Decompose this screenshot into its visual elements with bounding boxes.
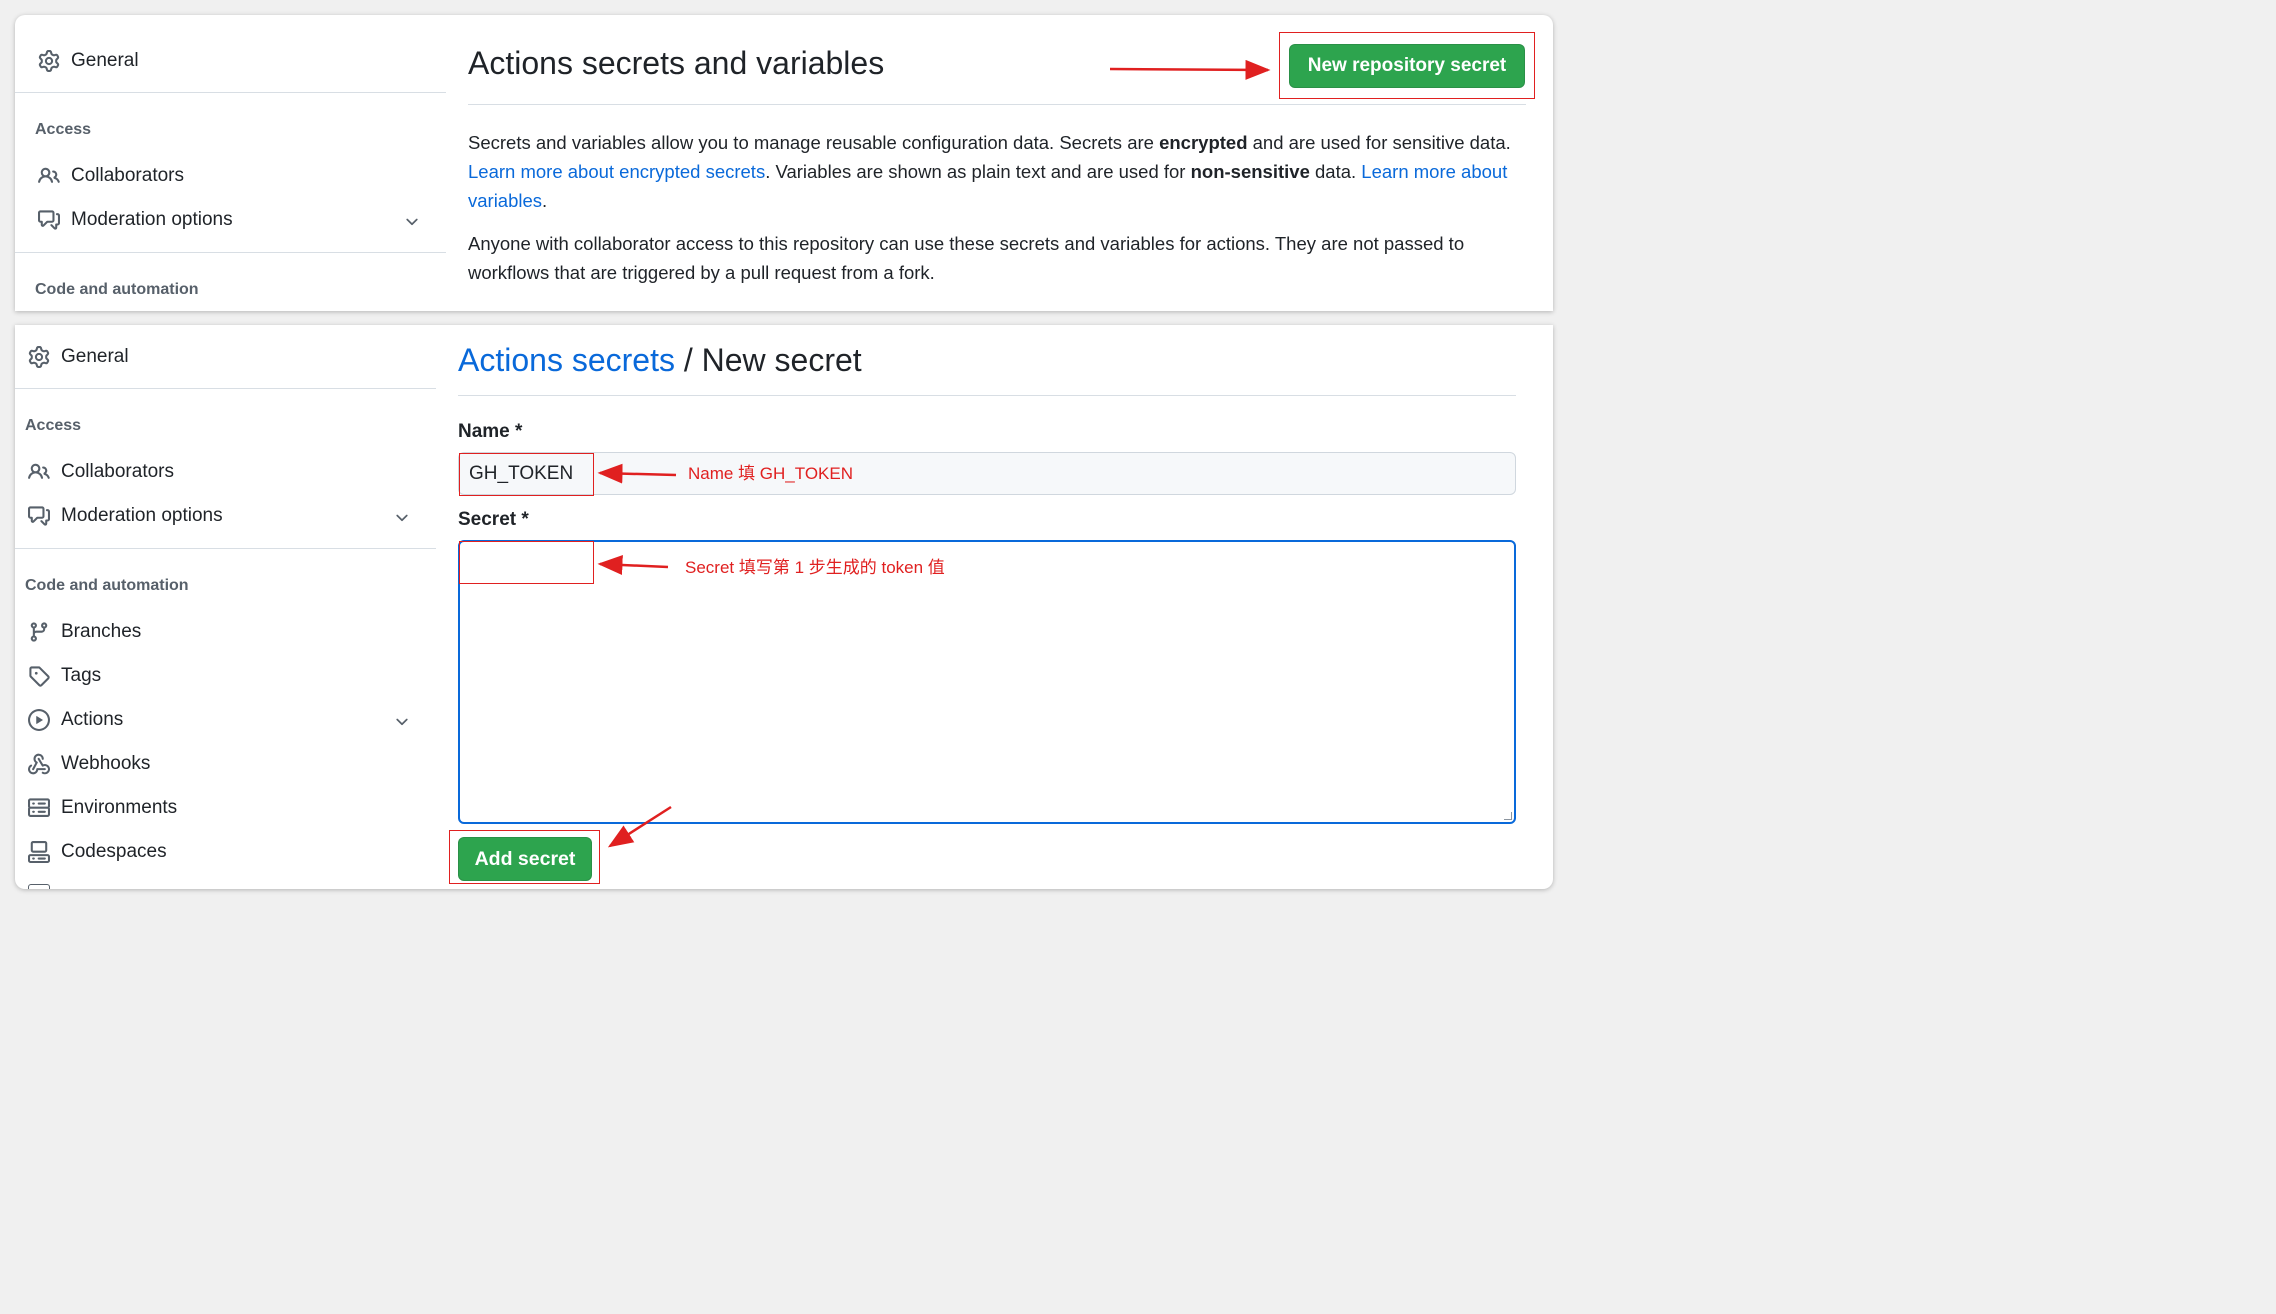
- resize-handle[interactable]: [1504, 812, 1512, 820]
- sidebar-item-actions[interactable]: Actions: [61, 709, 123, 731]
- breadcrumb-link-actions-secrets[interactable]: Actions secrets: [458, 342, 675, 378]
- sidebar-divider: [15, 92, 446, 93]
- sidebar-item-collaborators[interactable]: Collaborators: [71, 165, 184, 187]
- sidebar-item-webhooks[interactable]: Webhooks: [61, 753, 150, 775]
- sidebar-divider: [15, 548, 436, 549]
- sidebar-item-general[interactable]: General: [71, 50, 139, 72]
- secret-textarea[interactable]: [458, 540, 1516, 824]
- sidebar-heading-code-and-automation: Code and automation: [35, 281, 199, 298]
- chevron-down-icon[interactable]: [393, 713, 411, 731]
- breadcrumb: Actions secrets / New secret: [458, 342, 862, 379]
- comment-discussion-icon: [38, 209, 60, 231]
- sidebar-heading-access: Access: [25, 417, 82, 434]
- server-icon: [28, 797, 50, 819]
- codespaces-icon: [28, 841, 50, 863]
- annotation-name-note: Name 填 GH_TOKEN: [688, 464, 854, 483]
- webhook-icon: [28, 753, 50, 775]
- sidebar-item-general[interactable]: General: [61, 346, 129, 368]
- cut-off-sidebar-icon: [28, 884, 50, 889]
- secret-label: Secret *: [458, 509, 529, 530]
- annotation-box-secret-input: [459, 541, 594, 584]
- sidebar-item-branches[interactable]: Branches: [61, 621, 141, 643]
- annotation-box-add-secret-button: [449, 830, 600, 884]
- people-icon: [28, 461, 50, 483]
- gear-icon: [28, 346, 50, 368]
- gear-icon: [38, 50, 60, 72]
- sidebar-divider: [15, 252, 446, 253]
- annotation-secret-note: Secret 填写第 1 步生成的 token 值: [685, 558, 945, 577]
- chevron-down-icon[interactable]: [403, 213, 421, 231]
- name-input[interactable]: [458, 452, 1516, 495]
- description-paragraph: Secrets and variables allow you to manag…: [468, 132, 1511, 211]
- learn-more-encrypted-secrets-link[interactable]: Learn more about encrypted secrets: [468, 161, 765, 182]
- collaborator-access-note: Anyone with collaborator access to this …: [468, 233, 1465, 283]
- sidebar-heading-code-and-automation: Code and automation: [25, 577, 189, 594]
- breadcrumb-current: New secret: [701, 342, 862, 378]
- sidebar-item-tags[interactable]: Tags: [61, 665, 101, 687]
- breadcrumb-separator: /: [674, 342, 702, 378]
- sidebar-item-moderation-options[interactable]: Moderation options: [71, 209, 233, 231]
- chevron-down-icon[interactable]: [393, 509, 411, 527]
- title-divider: [458, 395, 1516, 396]
- annotation-box-new-secret-button: [1279, 32, 1535, 99]
- sidebar-item-environments[interactable]: Environments: [61, 797, 177, 819]
- people-icon: [38, 165, 60, 187]
- play-icon: [28, 709, 50, 731]
- annotation-box-name-input: [459, 453, 594, 496]
- sidebar-item-codespaces[interactable]: Codespaces: [61, 841, 167, 863]
- sidebar-heading-access: Access: [35, 121, 92, 138]
- page-title: Actions secrets and variables: [468, 45, 885, 81]
- sidebar-item-moderation-options[interactable]: Moderation options: [61, 505, 223, 527]
- sidebar-item-collaborators[interactable]: Collaborators: [61, 461, 174, 483]
- new-secret-panel: General Access Collaborators Moderation …: [15, 325, 1553, 889]
- title-divider: [468, 104, 1526, 105]
- name-label: Name *: [458, 421, 523, 442]
- git-branch-icon: [28, 621, 50, 643]
- tag-icon: [28, 665, 50, 687]
- sidebar-divider: [15, 388, 436, 389]
- comment-discussion-icon: [28, 505, 50, 527]
